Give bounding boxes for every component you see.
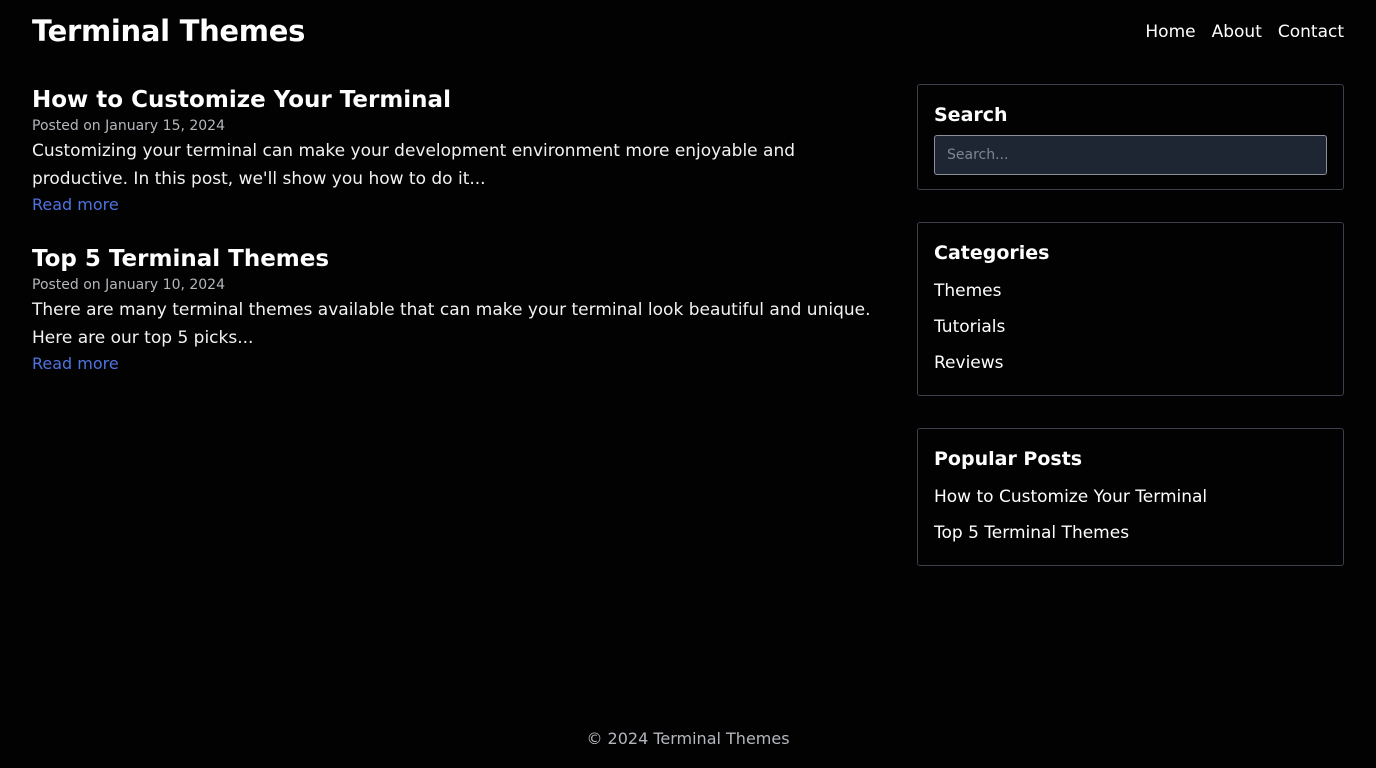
site-title[interactable]: Terminal Themes [32,14,305,48]
popular-posts-widget-title: Popular Posts [934,448,1083,470]
post-date: Posted on January 15, 2024 [32,118,225,134]
search-input[interactable] [934,135,1327,175]
sidebar: Search Categories Themes Tutorials Revie… [917,84,1344,598]
categories-widget-title: Categories [934,242,1050,264]
post-date: Posted on January 10, 2024 [32,277,225,293]
post-item: Top 5 Terminal Themes Posted on January … [32,243,892,376]
page: Terminal Themes Home About Contact How t… [0,0,1376,768]
search-widget: Search [917,84,1344,190]
read-more-link[interactable]: Read more [32,352,119,376]
popular-posts-widget: Popular Posts How to Customize Your Term… [917,428,1344,566]
read-more-link[interactable]: Read more [32,193,119,217]
post-excerpt: There are many terminal themes available… [32,300,871,348]
post-list: How to Customize Your Terminal Posted on… [32,84,892,402]
post-title[interactable]: How to Customize Your Terminal [32,84,892,116]
nav-home-link[interactable]: Home [1145,22,1195,42]
search-widget-title: Search [934,104,1008,126]
post-title[interactable]: Top 5 Terminal Themes [32,243,892,275]
post-excerpt: Customizing your terminal can make your … [32,141,796,189]
popular-post-link[interactable]: How to Customize Your Terminal [934,479,1327,515]
popular-post-link[interactable]: Top 5 Terminal Themes [934,515,1327,551]
categories-widget: Categories Themes Tutorials Reviews [917,222,1344,396]
nav-contact-link[interactable]: Contact [1278,22,1344,42]
site-footer: © 2024 Terminal Themes [0,729,1376,748]
post-item: How to Customize Your Terminal Posted on… [32,84,892,217]
copyright-text: © 2024 Terminal Themes [586,729,790,748]
category-link-themes[interactable]: Themes [934,273,1327,309]
nav-about-link[interactable]: About [1212,22,1262,42]
category-link-tutorials[interactable]: Tutorials [934,309,1327,345]
main-nav: Home About Contact [1145,22,1344,42]
category-link-reviews[interactable]: Reviews [934,345,1327,381]
